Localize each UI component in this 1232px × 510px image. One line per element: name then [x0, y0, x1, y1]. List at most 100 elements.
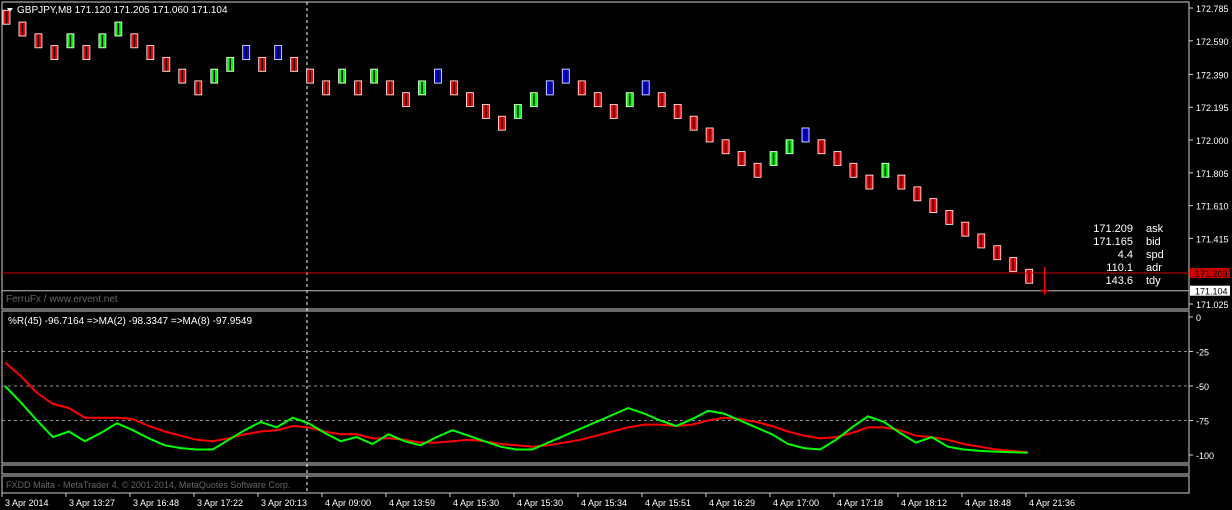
price-tick-label: 172.785 [1196, 4, 1229, 14]
renko-brick [2, 9, 11, 25]
broker-footer: FXDD Malta - MetaTrader 4, © 2001-2014, … [6, 480, 290, 490]
renko-brick [913, 186, 922, 202]
time-tick-label: 4 Apr 21:36 [1029, 498, 1075, 508]
renko-brick [881, 162, 890, 178]
info-bid-value: 171.165 [1093, 236, 1133, 248]
indicator-tick-label: -100 [1196, 451, 1214, 461]
renko-brick [98, 33, 107, 49]
time-tick-label: 4 Apr 18:12 [901, 498, 947, 508]
symbol-header-text: GBPJPY,M8 171.120 171.205 171.060 171.10… [17, 5, 228, 16]
renko-brick [897, 174, 906, 190]
time-tick-label: 4 Apr 15:30 [517, 498, 563, 508]
renko-brick [721, 139, 730, 155]
price-tick-label: 171.025 [1196, 300, 1229, 310]
symbol-header[interactable]: GBPJPY,M8 171.120 171.205 171.060 171.10… [7, 5, 228, 16]
price-tick-label: 171.415 [1196, 234, 1229, 244]
renko-brick [673, 104, 682, 119]
ask-price-label: 171.209 [1195, 269, 1228, 279]
time-tick-label: 4 Apr 17:18 [837, 498, 883, 508]
renko-brick [194, 80, 203, 96]
renko-brick [66, 33, 75, 49]
renko-brick [34, 33, 43, 49]
renko-brick [545, 80, 554, 96]
price-tick-label: 171.610 [1196, 202, 1229, 212]
renko-brick [354, 80, 362, 96]
renko-brick [130, 33, 139, 49]
renko-brick [561, 68, 570, 84]
renko-brick [386, 80, 394, 96]
renko-brick [993, 245, 1002, 261]
indicator-tick-label: -75 [1196, 417, 1209, 427]
renko-brick [418, 80, 426, 96]
renko-brick [82, 45, 91, 60]
price-tick-label: 172.590 [1196, 37, 1229, 47]
info-spd-value: 4.4 [1118, 249, 1133, 261]
price-axis: 172.785 172.590 172.390 172.195 172.000 171.8… [1189, 4, 1229, 310]
renko-brick [274, 45, 283, 60]
renko-brick [402, 92, 410, 108]
last-price-label: 171.104 [1195, 287, 1228, 297]
info-tdy-value: 143.6 [1105, 275, 1133, 287]
mt4-chart[interactable]: GBPJPY,M8 171.120 171.205 171.060 171.10… [0, 0, 1232, 510]
info-bid-label: bid [1146, 236, 1161, 248]
price-tick-label: 172.000 [1196, 136, 1229, 146]
info-ask-label: ask [1146, 223, 1164, 235]
renko-brick [961, 221, 970, 237]
info-adr-label: adr [1146, 262, 1162, 274]
renko-brick [258, 56, 267, 72]
watermark: FerruFx / www.ervent.net [6, 294, 118, 305]
renko-brick [641, 80, 650, 96]
renko-brick [817, 139, 826, 155]
renko-brick [50, 45, 59, 60]
renko-brick [929, 198, 938, 214]
indicator-tick-label: -50 [1196, 382, 1209, 392]
renko-brick [849, 162, 858, 178]
renko-brick [945, 209, 954, 225]
renko-brick [609, 104, 618, 119]
price-tick-label: 172.195 [1196, 103, 1229, 113]
renko-brick [801, 127, 810, 143]
renko-brick [114, 21, 123, 37]
renko-brick [1009, 257, 1018, 272]
renko-brick [593, 92, 602, 108]
time-tick-label: 4 Apr 15:51 [645, 498, 691, 508]
renko-brick [865, 174, 874, 190]
renko-brick [370, 68, 378, 84]
renko-brick [625, 92, 634, 108]
info-adr-value: 110.1 [1106, 262, 1133, 274]
renko-brick [577, 80, 586, 96]
time-tick-label: 4 Apr 09:00 [325, 498, 371, 508]
time-axis: 3 Apr 2014 3 Apr 13:27 3 Apr 16:48 3 Apr 17… [1, 493, 1075, 508]
renko-brick [769, 151, 778, 166]
time-tick-label: 3 Apr 17:22 [197, 498, 243, 508]
renko-brick [146, 45, 155, 60]
indicator-tick-label: -25 [1196, 348, 1209, 358]
renko-brick [785, 139, 794, 155]
renko-brick [338, 68, 346, 84]
time-tick-label: 3 Apr 20:13 [261, 498, 307, 508]
renko-brick [513, 104, 522, 119]
info-spd-label: spd [1146, 249, 1164, 261]
empty-subwindow [1, 464, 1190, 475]
renko-brick [1025, 268, 1034, 284]
renko-brick [657, 92, 666, 108]
renko-brick [162, 56, 171, 72]
time-tick-label: 4 Apr 13:59 [389, 498, 435, 508]
indicator-header-text: %R(45) -96.7164 =>MA(2) -98.3347 =>MA(8)… [8, 316, 252, 327]
renko-brick [529, 92, 538, 108]
renko-brick [466, 92, 474, 108]
renko-brick [450, 80, 458, 96]
time-tick-label: 4 Apr 15:34 [581, 498, 627, 508]
renko-brick [290, 56, 299, 72]
renko-brick [737, 151, 746, 166]
renko-brick [977, 233, 986, 249]
indicator-panel [1, 310, 1190, 464]
renko-brick [306, 68, 315, 84]
renko-brick [18, 21, 27, 37]
renko-brick [242, 45, 251, 60]
renko-brick [322, 80, 331, 96]
renko-brick [705, 127, 714, 143]
info-tdy-label: tdy [1146, 275, 1161, 287]
info-ask-value: 171.209 [1093, 223, 1133, 235]
time-tick-label: 4 Apr 18:48 [965, 498, 1011, 508]
